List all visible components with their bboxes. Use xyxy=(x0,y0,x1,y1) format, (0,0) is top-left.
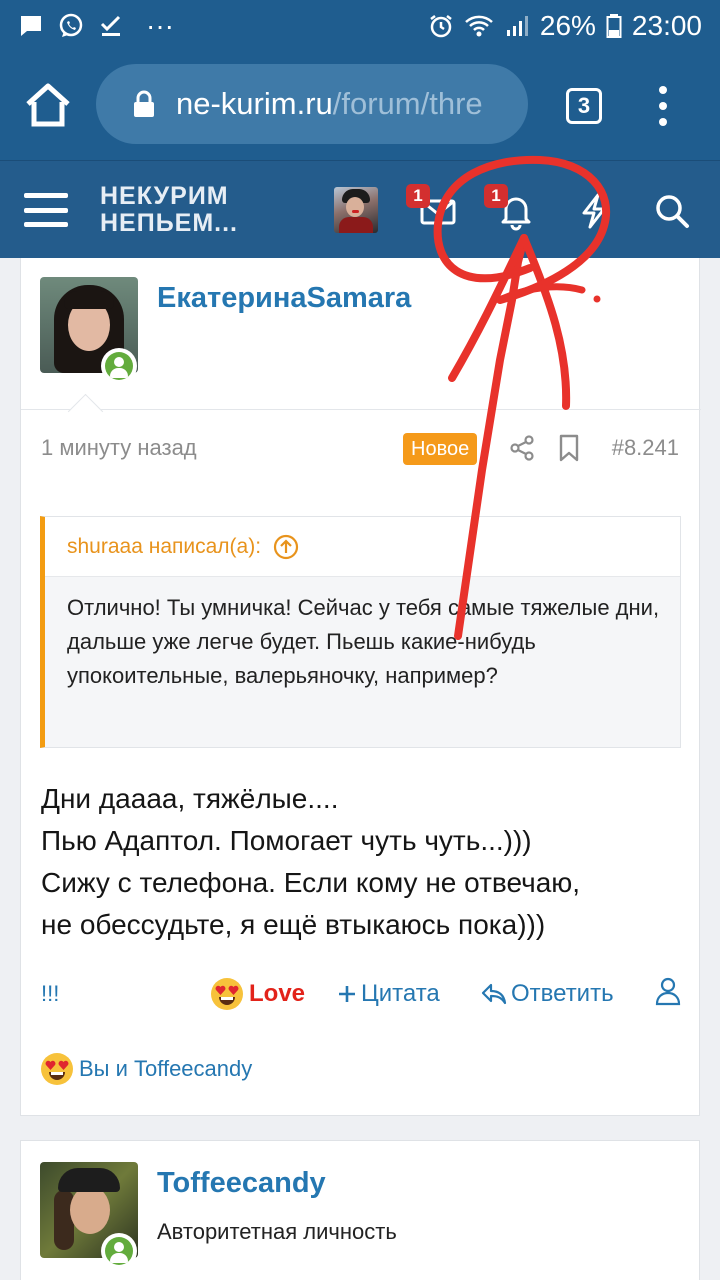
signal-icon xyxy=(506,16,528,36)
quote-author[interactable]: shuraaa написал(а): xyxy=(67,535,261,559)
url-path: /forum/thre xyxy=(332,86,483,121)
clock: 23:00 xyxy=(631,10,702,41)
next-post-username[interactable]: Toffeecandy xyxy=(157,1167,326,1200)
bolt-icon[interactable] xyxy=(574,191,614,231)
post-body-line: Сижу с телефона. Если кому не отвечаю, xyxy=(41,867,581,898)
online-status-icon xyxy=(101,1233,137,1269)
wifi-icon xyxy=(465,15,493,37)
search-icon[interactable] xyxy=(652,191,692,231)
reply-label: Ответить xyxy=(511,980,614,1007)
status-bar-notifications: ··· xyxy=(18,10,174,42)
more-notifications-dots: ··· xyxy=(146,10,174,41)
message-notification-icon xyxy=(21,16,41,36)
heart-eyes-emoji-icon xyxy=(211,978,243,1010)
inbox-badge: 1 xyxy=(406,184,430,208)
post-meta: 1 минуту назад Новое #8.241 xyxy=(21,426,701,470)
love-label: Love xyxy=(249,980,306,1007)
lock-icon xyxy=(134,90,154,117)
reply-icon xyxy=(481,983,507,1005)
url-domain: ne-kurim.ru xyxy=(176,86,333,121)
battery-icon xyxy=(606,14,622,38)
browser-menu-icon[interactable] xyxy=(650,86,676,126)
user-icon[interactable] xyxy=(655,976,681,1006)
quote-label: Цитата xyxy=(361,980,440,1007)
tab-switcher-button[interactable]: 3 xyxy=(566,88,602,124)
site-logo[interactable]: НЕКУРИМ НЕПЬЕМ... xyxy=(100,183,238,237)
new-badge: Новое xyxy=(403,433,478,465)
logo-line-1: НЕКУРИМ xyxy=(100,182,229,210)
post-actions: !!! Love Цитата Ответить xyxy=(21,976,701,1012)
browser-toolbar: ne-kurim.ru/forum/thre 3 xyxy=(0,52,720,160)
heart-eyes-emoji-icon xyxy=(41,1053,73,1085)
online-status-icon xyxy=(101,348,137,384)
next-post-card: Toffeecandy Авторитетная личность xyxy=(20,1140,700,1280)
status-bar: ··· 26% 23:00 xyxy=(0,0,720,52)
status-bar-system: 26% 23:00 xyxy=(428,8,702,44)
battery-percent: 26% xyxy=(539,10,596,41)
reactions-summary[interactable]: Вы и Toffeecandy xyxy=(41,1052,252,1086)
address-bar[interactable]: ne-kurim.ru/forum/thre xyxy=(96,64,528,144)
love-reaction-button[interactable]: Love xyxy=(211,976,305,1012)
go-to-quote-icon[interactable] xyxy=(273,534,299,560)
logo-line-2: НЕПЬЕМ... xyxy=(100,209,239,237)
url-text: ne-kurim.ru/forum/thre xyxy=(176,86,483,122)
quote-block: shuraaa написал(а): Отлично! Ты умничка!… xyxy=(40,516,681,748)
post-number[interactable]: #8.241 xyxy=(612,435,679,461)
reactions-text: Вы и Toffeecandy xyxy=(79,1056,253,1081)
next-post-user-title: Авторитетная личность xyxy=(157,1219,397,1244)
home-icon[interactable] xyxy=(22,80,74,132)
quote-header[interactable]: shuraaa написал(а): xyxy=(45,517,680,577)
reply-button[interactable]: Ответить xyxy=(481,976,614,1012)
post-user-block: ЕкатеринаSamara xyxy=(21,258,701,410)
account-avatar[interactable] xyxy=(334,187,378,233)
download-done-icon xyxy=(100,15,121,36)
menu-icon[interactable] xyxy=(24,193,68,227)
post-time[interactable]: 1 минуту назад xyxy=(41,435,197,461)
site-header: НЕКУРИМ НЕПЬЕМ... xyxy=(0,160,720,258)
quote-text: Отлично! Ты умничка! Сейчас у тебя самые… xyxy=(67,595,660,688)
post-body-line: Пью Адаптол. Помогает чуть чуть...))) xyxy=(41,825,532,856)
alarm-icon xyxy=(430,15,452,38)
share-icon[interactable] xyxy=(509,434,535,462)
whatsapp-icon xyxy=(59,13,83,37)
alerts-badge: 1 xyxy=(484,184,508,208)
bookmark-icon[interactable] xyxy=(557,434,581,462)
post-card: ЕкатеринаSamara 1 минуту назад Новое #8.… xyxy=(20,258,701,1116)
report-button[interactable]: !!! xyxy=(41,976,59,1012)
post-body: Дни даааа, тяжёлые.... Пью Адаптол. Помо… xyxy=(41,778,691,946)
quote-button[interactable]: Цитата xyxy=(337,976,440,1012)
post-body-line: Дни даааа, тяжёлые.... xyxy=(41,783,339,814)
post-username[interactable]: ЕкатеринаSamara xyxy=(157,282,411,315)
post-body-line: не обессудьте, я ещё втыкаюсь пока))) xyxy=(41,909,546,940)
plus-icon xyxy=(339,986,355,1002)
